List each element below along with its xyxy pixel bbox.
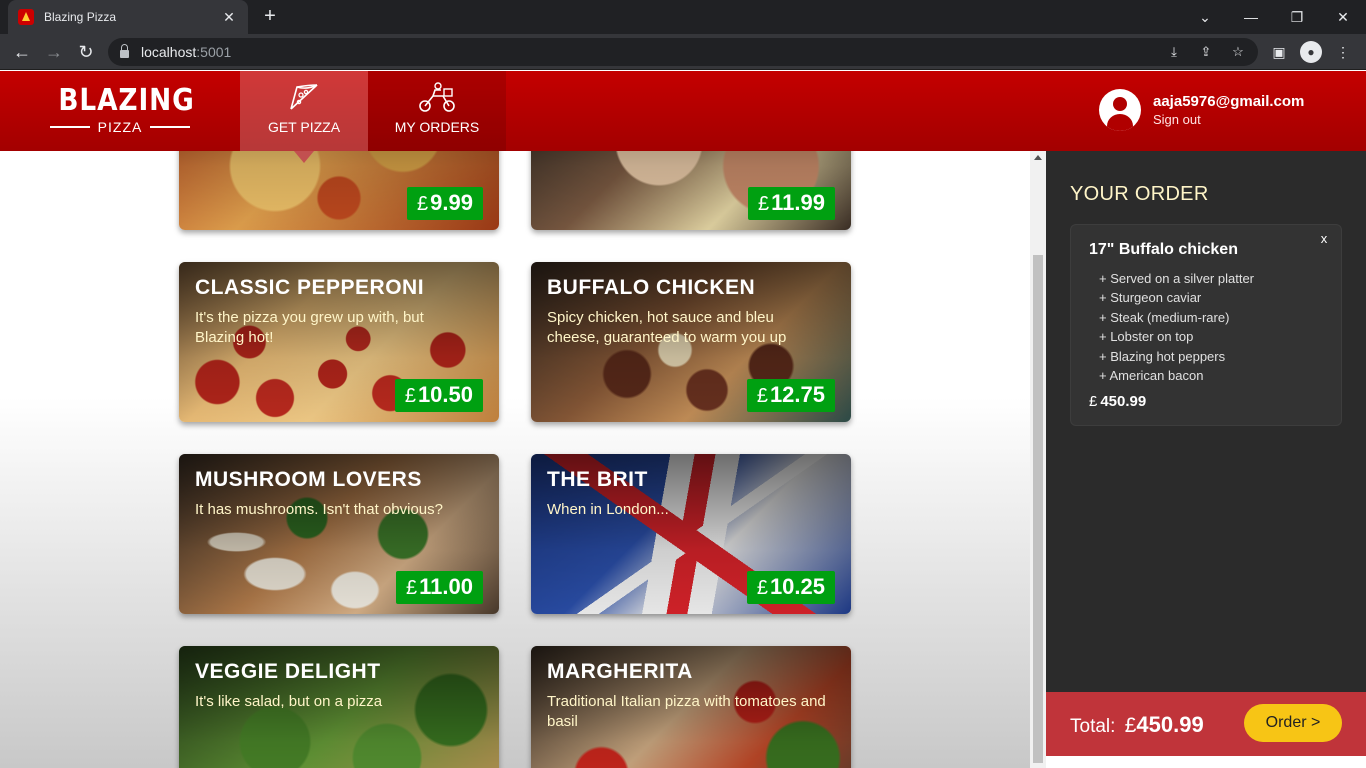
pizza-description: Traditional Italian pizza with tomatoes …: [547, 693, 826, 730]
logo-text-bottom: PIZZA: [50, 119, 190, 135]
scrollbar-thumb[interactable]: [1033, 255, 1043, 763]
nav-get-pizza-label: GET PIZZA: [267, 119, 341, 135]
order-total: Total: £450.99: [1070, 712, 1204, 738]
pizza-description: It has mushrooms. Isn't that obvious?: [195, 501, 443, 518]
logo-text-top: BLAZING: [58, 83, 195, 118]
page-scrollbar[interactable]: [1030, 151, 1046, 768]
pizza-card-margherita[interactable]: MARGHERITA Traditional Italian pizza wit…: [531, 646, 851, 768]
scroll-up-arrow-icon[interactable]: [1034, 155, 1042, 160]
topping-item: + Served on a silver platter: [1099, 271, 1254, 286]
remove-item-icon[interactable]: x: [1317, 231, 1331, 246]
order-sidebar: YOUR ORDER 17" Buffalo chicken x + Serve…: [1046, 151, 1366, 768]
tab-title: Blazing Pizza: [44, 10, 117, 24]
pizza-name: BUFFALO CHICKEN: [547, 276, 756, 299]
pizza-card[interactable]: £9.99: [179, 151, 499, 230]
active-nav-indicator: [294, 151, 314, 163]
browser-tab[interactable]: Blazing Pizza ✕: [8, 0, 248, 34]
price-badge: £12.75: [746, 379, 835, 412]
pizza-name: VEGGIE DELIGHT: [195, 660, 381, 683]
nav-my-orders[interactable]: MY ORDERS: [368, 71, 506, 151]
price-badge: £11.99: [748, 187, 835, 220]
close-window-icon[interactable]: ✕: [1320, 0, 1366, 34]
pizza-specials-list: £9.99 £11.99 CLASSIC PEPPERONI It's the …: [0, 151, 1030, 768]
browser-titlebar: Blazing Pizza ✕ + ⌄ — ❐ ✕: [0, 0, 1366, 34]
pizza-description: It's the pizza you grew up with, but Bla…: [195, 309, 424, 346]
topping-item: + Sturgeon caviar: [1099, 290, 1202, 306]
total-currency: £: [1124, 714, 1137, 737]
user-email: aaja5976@gmail.com: [1153, 93, 1305, 110]
nav-get-pizza[interactable]: GET PIZZA: [240, 71, 368, 151]
url-port: :5001: [196, 44, 232, 60]
pizza-description: It's like salad, but on a pizza: [195, 693, 383, 710]
pizza-card-veggie-delight[interactable]: VEGGIE DELIGHT It's like salad, but on a…: [179, 646, 499, 768]
your-order-title: YOUR ORDER: [1070, 183, 1209, 205]
topping-list: + Served on a silver platter + Sturgeon …: [1099, 269, 1254, 385]
pizza-card-the-brit[interactable]: THE BRIT When in London... £10.25: [531, 454, 851, 614]
total-value: 450.99: [1136, 712, 1204, 737]
reload-icon[interactable]: ↻: [74, 40, 98, 64]
price-badge: £10.50: [394, 379, 483, 412]
pizza-favicon-icon: [18, 9, 34, 25]
order-item-name: 17" Buffalo chicken: [1089, 241, 1238, 258]
pizza-slice-icon: [290, 84, 318, 110]
price-badge: £9.99: [407, 187, 483, 220]
user-avatar-icon: [1099, 89, 1141, 131]
browser-toolbar: ← → ↻ localhost:5001 ⤓ ⇪ ☆ ▣ ● ⋮: [0, 34, 1366, 70]
pizza-name: THE BRIT: [547, 468, 648, 491]
address-bar[interactable]: localhost:5001 ⤓ ⇪ ☆: [108, 38, 1258, 66]
app-header: BLAZING PIZZA GET PIZZA MY ORDERS aaja59…: [0, 71, 1366, 151]
delivery-bike-icon: [419, 82, 455, 112]
pizza-card[interactable]: £11.99: [531, 151, 851, 230]
topping-item: + American bacon: [1099, 368, 1204, 384]
pizza-card-classic-pepperoni[interactable]: CLASSIC PEPPERONI It's the pizza you gre…: [179, 262, 499, 422]
url-host: localhost: [141, 44, 197, 60]
pizza-card-mushroom-lovers[interactable]: MUSHROOM LOVERS It has mushrooms. Isn't …: [179, 454, 499, 614]
sidebar-bottom-strip: [1046, 756, 1366, 768]
nav-my-orders-label: MY ORDERS: [394, 119, 480, 135]
topping-item: + Steak (medium-rare): [1099, 309, 1230, 325]
total-label: Total:: [1070, 716, 1116, 737]
pizza-description: Spicy chicken, hot sauce and bleu cheese…: [547, 309, 787, 346]
user-info: aaja5976@gmail.com Sign out: [1099, 89, 1304, 131]
sign-out-link[interactable]: Sign out: [1153, 112, 1304, 127]
minimize-icon[interactable]: —: [1228, 0, 1274, 34]
pizza-description: When in London...: [547, 501, 669, 518]
order-item-price: £450.99: [1089, 393, 1147, 410]
topping-item: + Blazing hot peppers: [1099, 348, 1226, 364]
pizza-name: MARGHERITA: [547, 660, 693, 683]
install-app-icon[interactable]: ⤓: [1166, 44, 1182, 60]
restore-icon[interactable]: ❐: [1274, 0, 1320, 34]
back-icon[interactable]: ←: [10, 40, 34, 64]
topping-item: + Lobster on top: [1099, 329, 1194, 345]
price-badge: £11.00: [396, 571, 483, 604]
pizza-name: MUSHROOM LOVERS: [195, 468, 422, 491]
bookmark-star-icon[interactable]: ☆: [1230, 44, 1246, 60]
share-icon[interactable]: ⇪: [1198, 44, 1214, 60]
price-badge: £10.25: [746, 571, 835, 604]
order-total-bar: Total: £450.99 Order >: [1046, 692, 1366, 756]
browser-menu-icon[interactable]: ⋮: [1332, 41, 1354, 63]
forward-icon[interactable]: →: [42, 40, 66, 64]
lock-icon[interactable]: [120, 44, 129, 58]
profile-icon[interactable]: ●: [1300, 41, 1322, 63]
pizza-name: CLASSIC PEPPERONI: [195, 276, 425, 299]
tab-close-icon[interactable]: ✕: [220, 9, 238, 26]
order-item-card: 17" Buffalo chicken x + Served on a silv…: [1070, 224, 1342, 426]
side-panel-icon[interactable]: ▣: [1268, 41, 1290, 63]
tab-search-icon[interactable]: ⌄: [1182, 0, 1228, 34]
place-order-button[interactable]: Order >: [1244, 704, 1342, 742]
new-tab-icon[interactable]: +: [258, 5, 282, 27]
pizza-card-buffalo-chicken[interactable]: BUFFALO CHICKEN Spicy chicken, hot sauce…: [531, 262, 851, 422]
blazing-pizza-logo[interactable]: BLAZING PIZZA: [50, 83, 195, 139]
